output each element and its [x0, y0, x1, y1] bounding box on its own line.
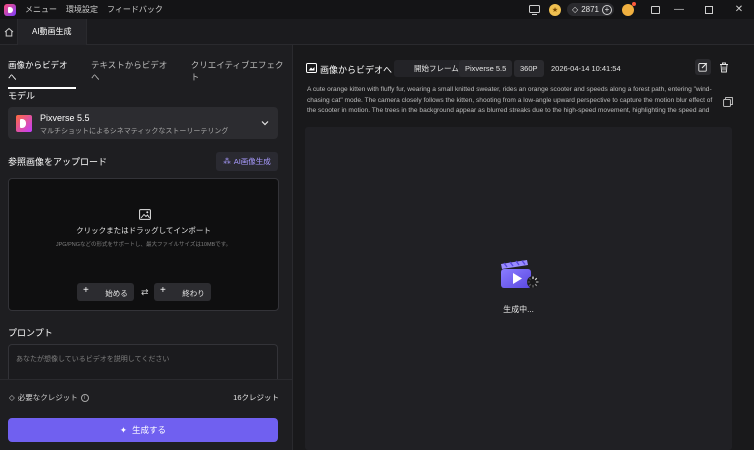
video-preview: 生成中... [305, 127, 732, 450]
prompt-placeholder: あなたが想像しているビデオを説明してください [16, 356, 170, 363]
prompt-label: プロンプト [8, 328, 53, 338]
app-logo [4, 3, 16, 16]
generating-status: 生成中... [503, 305, 534, 314]
titlebar-actions: ★ ◇ 2871 + — ✕ [525, 0, 754, 19]
generate-label: 生成する [132, 425, 167, 435]
chevron-down-icon [261, 121, 269, 126]
coin-icon[interactable]: ★ [549, 3, 562, 16]
diamond-icon: ◇ [572, 5, 579, 14]
tab-creative-effects[interactable]: クリエイティブエフェクト [191, 59, 292, 83]
tab-image-to-video[interactable]: 画像からビデオへ [8, 59, 76, 89]
start-frame-chip-label: 開始フレーム [414, 64, 459, 73]
image-icon [139, 209, 151, 220]
title-bar: メニュー 環境設定 フィードバック ★ ◇ 2871 + — ✕ [0, 0, 754, 19]
close-button[interactable]: ✕ [724, 0, 754, 19]
sparkle-icon: ⁂ [223, 157, 231, 166]
tab-bar: AI動画生成 [0, 18, 754, 45]
upload-instruction: クリックまたはドラッグしてインポート [76, 226, 211, 235]
tab-ai-video[interactable]: AI動画生成 [18, 18, 87, 45]
model-name: Pixverse 5.5 [40, 113, 90, 123]
credit-balance[interactable]: ◇ 2871 + [567, 3, 614, 16]
credit-balance-value: 2871 [581, 5, 599, 14]
home-icon [4, 27, 13, 36]
minimize-button[interactable]: — [664, 0, 694, 19]
reference-image-label: 参照画像をアップロード [8, 157, 108, 167]
model-label: モデル [8, 91, 36, 101]
model-select[interactable]: Pixverse 5.5 マルチショットによるシネマティックなストーリーテリング [8, 107, 278, 139]
mode-tabs: 画像からビデオへ テキストからビデオへ クリエイティブエフェクト [8, 59, 292, 89]
plus-icon: + [83, 285, 89, 296]
tab-text-to-video[interactable]: テキストからビデオへ [91, 59, 176, 83]
video-icon [306, 63, 317, 73]
prompt-input[interactable]: あなたが想像しているビデオを説明してください [8, 344, 278, 384]
plus-icon: + [160, 285, 166, 296]
edit-button[interactable] [695, 59, 711, 75]
required-credits-value: 16クレジット [233, 393, 279, 402]
ai-image-generate-label: AI画像生成 [233, 157, 271, 166]
end-frame-label: 終わり [182, 289, 205, 298]
start-frame-label: 始める [105, 289, 128, 298]
maximize-button[interactable] [694, 0, 724, 19]
home-button[interactable] [0, 18, 18, 45]
user-avatar[interactable] [622, 1, 636, 16]
result-prompt-text: A cute orange kitten with fluffy fur, we… [307, 86, 713, 114]
screen-icon[interactable] [525, 0, 543, 19]
result-panel: 画像からビデオへ 開始フレーム Pixverse 5.5 360P 2026-0… [292, 45, 754, 450]
end-frame-button[interactable]: + 終わり [154, 283, 211, 301]
generating-animation-icon [501, 260, 539, 288]
left-panel: 画像からビデオへ テキストからビデオへ クリエイティブエフェクト モデル Pix… [0, 45, 292, 450]
delete-button[interactable] [716, 59, 732, 75]
result-title: 画像からビデオへ [320, 65, 393, 75]
ai-image-generate-button[interactable]: ⁂ AI画像生成 [216, 152, 278, 171]
menu-item-preferences[interactable]: 環境設定 [66, 4, 98, 15]
add-credits-icon[interactable]: + [602, 4, 612, 15]
pixverse-logo [16, 115, 32, 132]
menu-item-menu[interactable]: メニュー [25, 4, 57, 15]
swap-icon[interactable]: ⇄ [141, 287, 149, 298]
model-description: マルチショットによるシネマティックなストーリーテリング [40, 128, 229, 135]
message-icon[interactable] [646, 0, 664, 19]
copy-icon[interactable] [723, 97, 733, 107]
required-credits-label: 必要なクレジット [17, 393, 78, 402]
generate-button[interactable]: ✦ 生成する [8, 418, 278, 442]
edit-icon [698, 62, 708, 72]
sparkle-icon: ✦ [119, 424, 128, 435]
info-icon[interactable]: i [80, 393, 89, 402]
generate-footer: ◇ 必要なクレジット i 16クレジット ✦ 生成する [0, 379, 292, 450]
start-frame-button[interactable]: + 始める [77, 283, 134, 301]
image-upload-area[interactable]: クリックまたはドラッグしてインポート JPG/PNGなどの形式をサポートし、最大… [8, 178, 279, 311]
model-chip: Pixverse 5.5 [459, 60, 513, 77]
trash-icon [720, 62, 728, 72]
menu-item-feedback[interactable]: フィードバック [107, 4, 163, 15]
required-credits: ◇ 必要なクレジット i [9, 392, 89, 403]
resolution-chip: 360P [514, 60, 544, 77]
created-timestamp: 2026-04-14 10:41:54 [551, 64, 621, 73]
start-frame-chip: 開始フレーム [394, 60, 465, 77]
upload-format-hint: JPG/PNGなどの形式をサポートし、最大ファイルサイズは10MBです。 [55, 242, 232, 248]
diamond-icon: ◇ [9, 393, 15, 402]
